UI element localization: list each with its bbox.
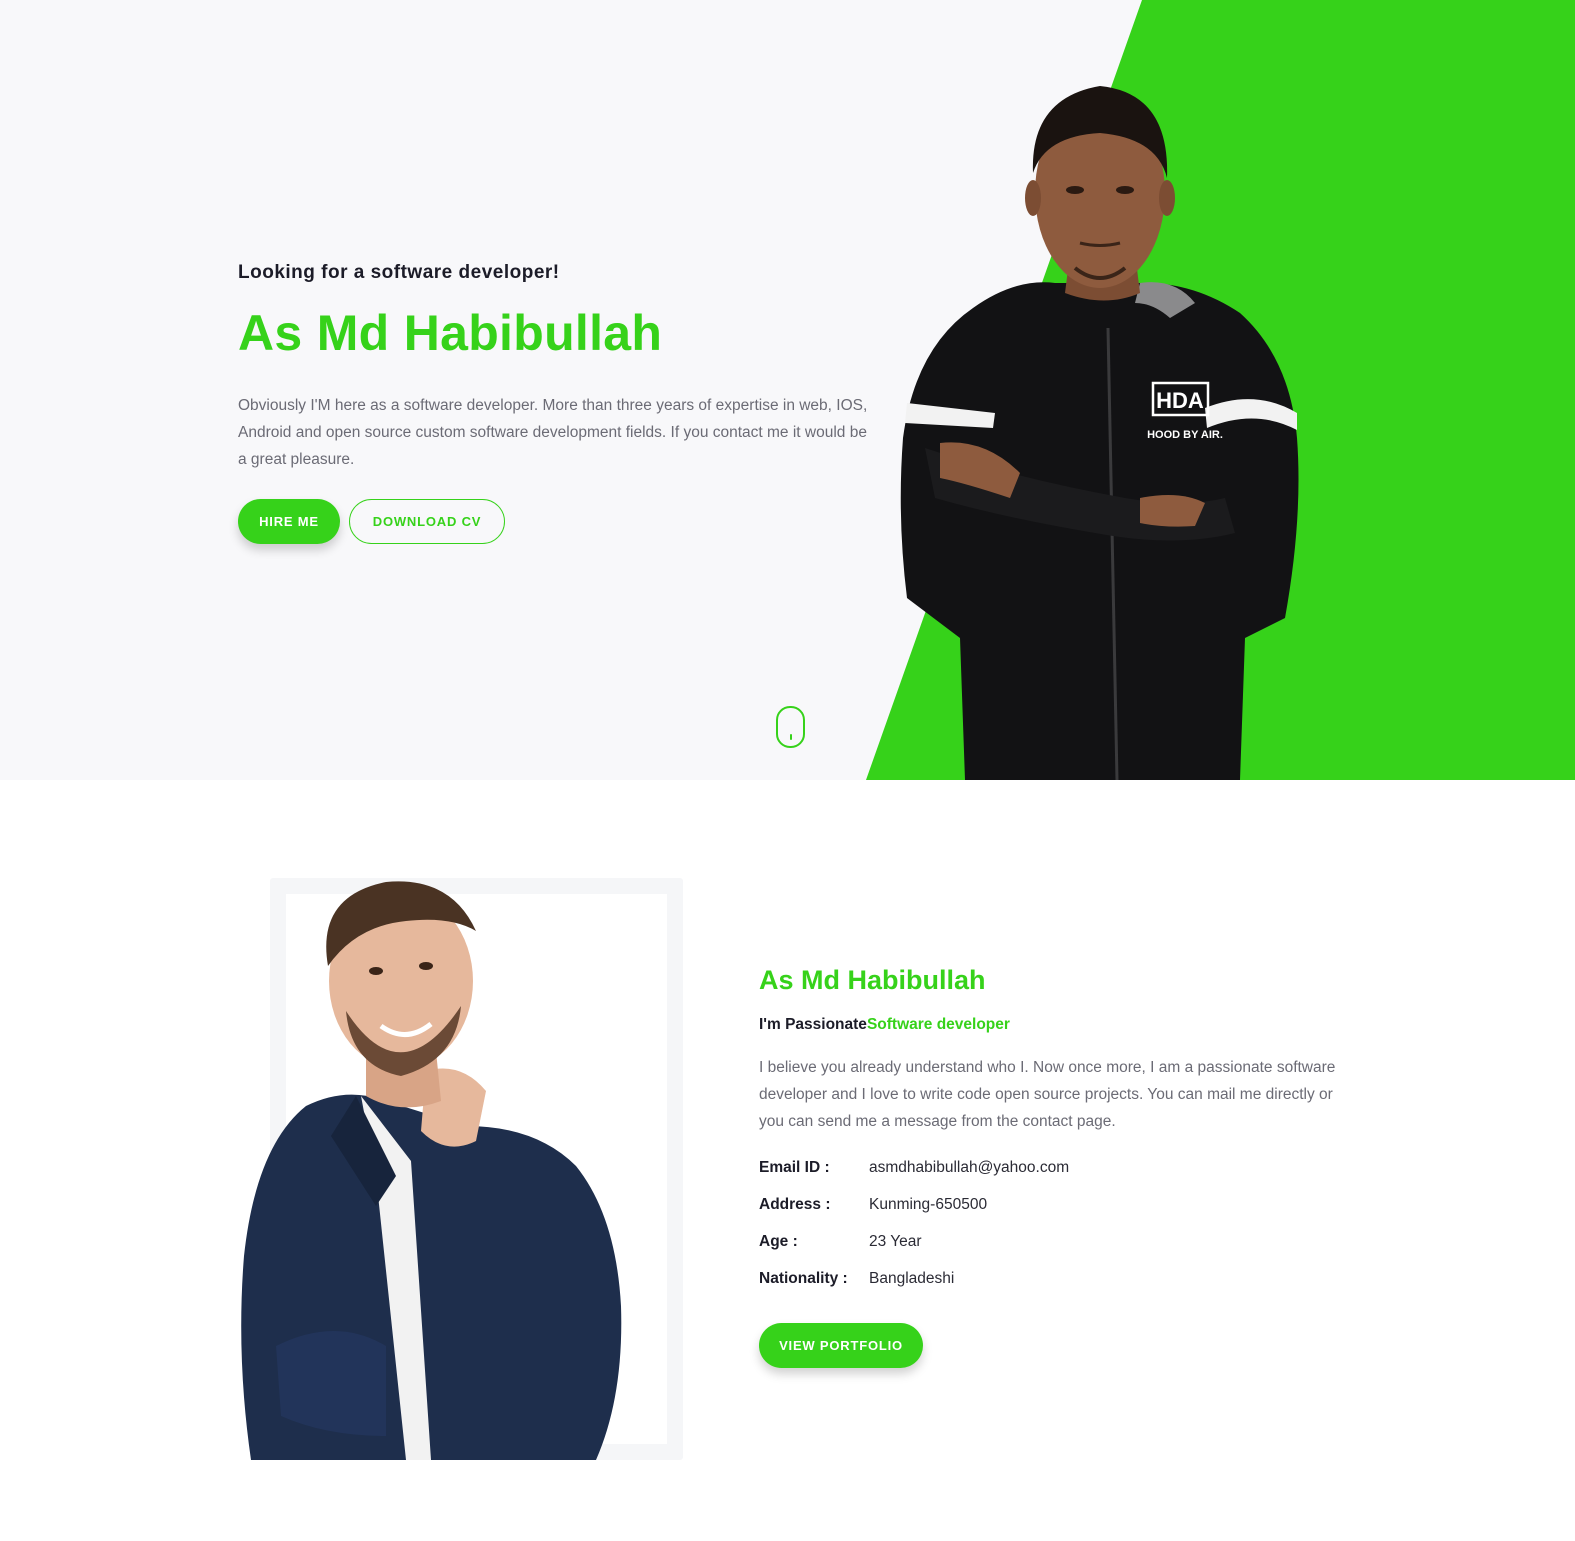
hero-title: As Md Habibullah <box>238 305 663 361</box>
info-row-address: Address : Kunming-650500 <box>759 1186 1359 1223</box>
hero-description: Obviously I'M here as a software develop… <box>238 397 868 468</box>
info-value: Bangladeshi <box>869 1269 955 1287</box>
info-label: Nationality : <box>759 1269 848 1287</box>
scroll-mouse-icon[interactable] <box>776 706 805 748</box>
hero-person-photo: HDA HOOD BY AIR. <box>900 86 1299 780</box>
jacket-logo-text: HDA <box>1156 388 1204 413</box>
jacket-subtext: HOOD BY AIR. <box>1147 429 1223 441</box>
info-row-nationality: Nationality : Bangladeshi <box>759 1260 1359 1297</box>
view-portfolio-button[interactable]: VIEW PORTFOLIO <box>759 1323 923 1368</box>
hero-eyebrow: Looking for a software developer! <box>238 262 560 283</box>
about-subtitle-prefix: I'm Passionate <box>759 1016 867 1033</box>
about-subtitle: I'm PassionateSoftware developer <box>759 1016 1359 1034</box>
info-value: Kunming-650500 <box>869 1195 988 1213</box>
info-label: Age : <box>759 1232 798 1250</box>
info-value: 23 Year <box>869 1232 922 1250</box>
about-subtitle-accent: Software developer <box>866 1016 1010 1033</box>
info-value: asmdhabibullah@yahoo.com <box>869 1158 1070 1176</box>
about-text-block: As Md Habibullah I'm PassionateSoftware … <box>759 965 1359 1368</box>
info-row-email: Email ID : asmdhabibullah@yahoo.com <box>759 1149 1359 1186</box>
hero-section: Looking for a software developer! As Md … <box>0 0 1575 780</box>
about-person-photo <box>241 881 622 1460</box>
about-info-list: Email ID : asmdhabibullah@yahoo.com Addr… <box>759 1149 1359 1297</box>
about-description: I believe you already understand who I. … <box>759 1059 1336 1130</box>
download-cv-button[interactable]: DOWNLOAD CV <box>349 499 505 544</box>
info-label: Email ID : <box>759 1158 830 1176</box>
about-title: As Md Habibullah <box>759 965 986 995</box>
hire-me-button[interactable]: HIRE ME <box>238 499 340 544</box>
info-row-age: Age : 23 Year <box>759 1223 1359 1260</box>
hero-buttons: HIRE ME DOWNLOAD CV <box>238 499 878 544</box>
hero-text-block: Looking for a software developer! As Md … <box>238 262 878 544</box>
info-label: Address : <box>759 1195 831 1213</box>
